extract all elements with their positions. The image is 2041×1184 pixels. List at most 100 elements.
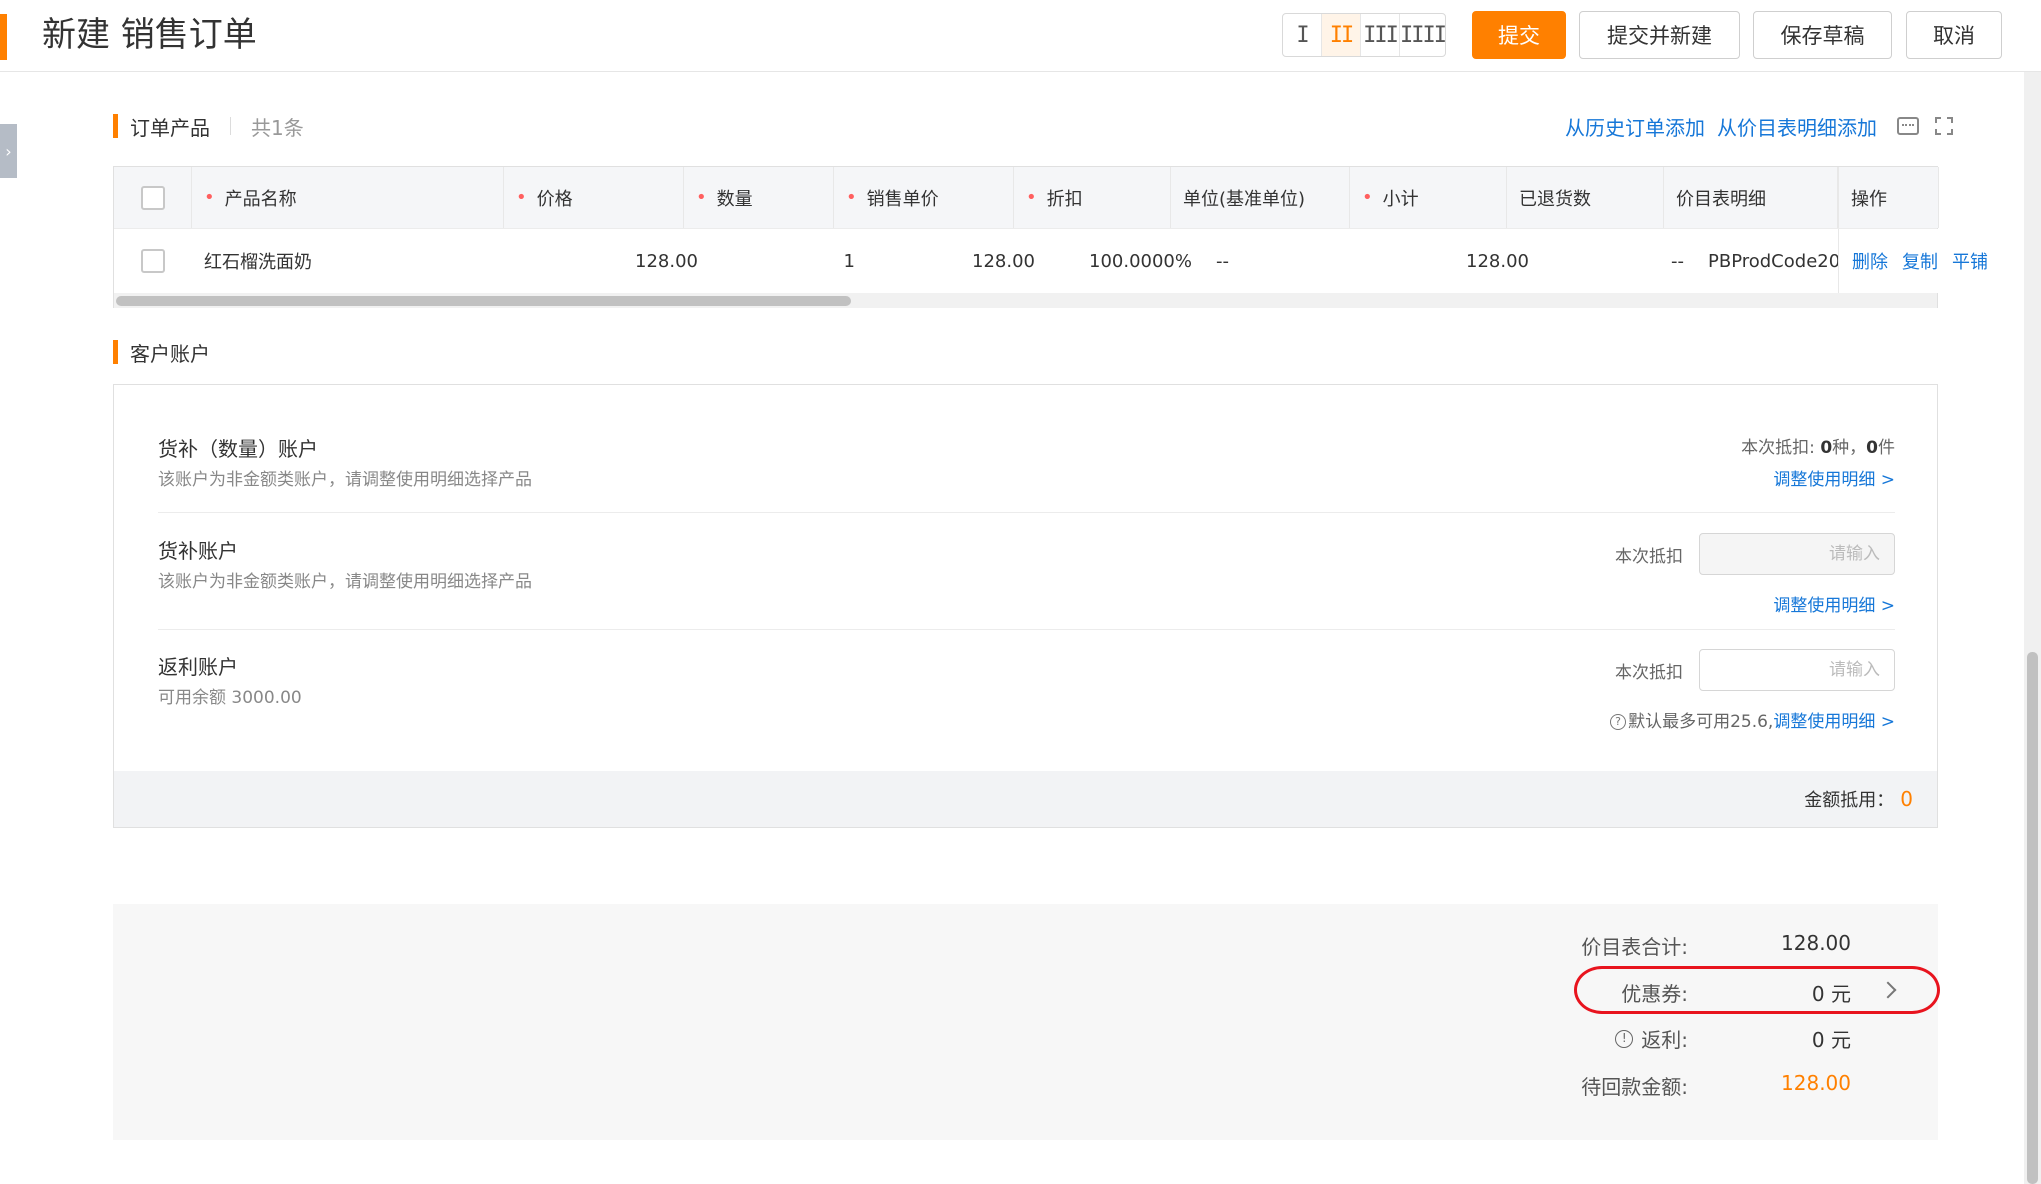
account-balance: 可用余额 3000.00: [158, 688, 302, 708]
deduct-input-disabled: [1699, 533, 1895, 575]
copy-row-link[interactable]: 复制: [1902, 248, 1938, 274]
table-scrollbar-thumb[interactable]: [116, 296, 851, 306]
divider: [158, 629, 1895, 630]
products-table-header: • 产品名称 • 价格 • 数量 • 销售单价 • 折扣 单位(基准单位) • 小计 已退货…: [114, 167, 1939, 229]
column-header-quantity[interactable]: • 数量: [684, 167, 834, 228]
column-layout-switch: I II III IIII: [1282, 13, 1447, 57]
rebate-deduct-input[interactable]: [1699, 649, 1895, 691]
summary-amount-due: 待回款金额: 128.00: [113, 1071, 1938, 1101]
accounts-section-title: 客户账户: [130, 341, 210, 366]
keyboard-icon[interactable]: [1897, 117, 1919, 135]
amount-deduct-value: 0: [1900, 787, 1913, 811]
column-header-unit-price[interactable]: • 销售单价: [834, 167, 1014, 228]
cancel-button[interactable]: 取消: [1906, 11, 2002, 59]
save-draft-button[interactable]: 保存草稿: [1753, 11, 1892, 59]
layout-2-col-button[interactable]: II: [1322, 14, 1361, 56]
account-name: 货补账户: [158, 539, 238, 563]
sidebar-expand-toggle[interactable]: ›: [0, 124, 17, 178]
products-count: 共1条: [251, 115, 304, 140]
summary-pricebook-total: 价目表合计: 128.00: [113, 931, 1938, 961]
adjust-usage-link[interactable]: 调整使用明细 >: [1773, 712, 1895, 732]
row-checkbox[interactable]: [141, 249, 165, 273]
rebate-label: ! 返利:: [1615, 1024, 1688, 1053]
table-row: 红石榴洗面奶 128.00 1 128.00 100.0000% -- 128.…: [114, 229, 1988, 293]
column-header-discount[interactable]: • 折扣: [1014, 167, 1171, 228]
section-divider: [230, 117, 231, 135]
summary-rebate: ! 返利: 0 元: [113, 1024, 1938, 1054]
rebate-value: 0 元: [1811, 1028, 1851, 1052]
info-icon[interactable]: !: [1615, 1029, 1634, 1048]
products-table: • 产品名称 • 价格 • 数量 • 销售单价 • 折扣 单位(基准单位) • 小计 已退货…: [113, 166, 1988, 308]
products-section-header: 订单产品 共1条: [113, 112, 304, 140]
add-from-history-link[interactable]: 从历史订单添加: [1565, 112, 1705, 141]
page-scrollbar-thumb[interactable]: [2027, 652, 2038, 1184]
section-accent-bar: [113, 114, 118, 138]
order-summary: 价目表合计: 128.00 优惠券: 0 元 ! 返利: 0 元 待回款金额: 1…: [113, 904, 1938, 1140]
table-horizontal-scrollbar[interactable]: [114, 293, 1937, 308]
column-header-product-name[interactable]: • 产品名称: [192, 167, 504, 228]
column-header-price[interactable]: • 价格: [504, 167, 684, 228]
tile-row-link[interactable]: 平铺: [1952, 248, 1988, 274]
column-header-subtotal[interactable]: • 小计: [1350, 167, 1507, 228]
account-item-quantity-subsidy: 货补（数量）账户 该账户为非金额类账户，请调整使用明细选择产品 本次抵扣: 0种…: [158, 433, 1895, 493]
row-select-cell: [114, 229, 192, 293]
header-accent-bar: [0, 14, 7, 60]
cell-price[interactable]: 128.00: [504, 229, 710, 293]
account-name: 返利账户: [158, 655, 238, 679]
submit-and-new-button[interactable]: 提交并新建: [1579, 11, 1740, 59]
header-bar: 新建 销售订单 I II III IIII 提交 提交并新建 保存草稿 取消: [0, 0, 2041, 72]
coupon-highlight-annotation: [1574, 966, 1940, 1014]
customer-accounts-card: 货补（数量）账户 该账户为非金额类账户，请调整使用明细选择产品 本次抵扣: 0种…: [113, 384, 1938, 828]
deduct-summary: 本次抵扣: 0种，0件: [1741, 438, 1895, 458]
cell-pricebook[interactable]: PBProdCode20221: [1696, 229, 1838, 293]
section-accent-bar: [113, 340, 118, 364]
cell-product-name[interactable]: 红石榴洗面奶: [192, 229, 504, 293]
column-header-unit[interactable]: 单位(基准单位): [1171, 167, 1350, 228]
deduct-label: 本次抵扣: [1615, 546, 1683, 567]
column-header-actions: 操作: [1838, 167, 1939, 228]
product-add-links: 从历史订单添加 从价目表明细添加: [1553, 112, 1953, 140]
adjust-usage-link[interactable]: 调整使用明细 >: [1773, 591, 1895, 616]
column-header-pricebook[interactable]: 价目表明细: [1664, 167, 1838, 228]
layout-4-col-button[interactable]: IIII: [1400, 14, 1447, 56]
pricebook-total-label: 价目表合计:: [1581, 935, 1688, 959]
page: 新建 销售订单 I II III IIII 提交 提交并新建 保存草稿 取消 ›…: [0, 0, 2041, 1184]
cell-returned: --: [1671, 250, 1684, 272]
account-name: 货补（数量）账户: [158, 437, 318, 461]
products-section-title: 订单产品: [130, 115, 210, 140]
cell-unit-price[interactable]: 128.00: [867, 229, 1047, 293]
cell-actions: 删除 复制 平铺: [1838, 229, 1988, 293]
cell-quantity[interactable]: 1: [710, 229, 867, 293]
layout-1-col-button[interactable]: I: [1283, 14, 1322, 56]
divider: [158, 512, 1895, 513]
deduct-field-group: 本次抵扣: [1615, 533, 1895, 575]
cell-discount[interactable]: 100.0000%: [1047, 229, 1204, 293]
amount-deduct-footer: 金额抵用： 0: [114, 771, 1937, 827]
amount-due-value: 128.00: [1781, 1071, 1851, 1095]
account-item-subsidy: 货补账户 该账户为非金额类账户，请调整使用明细选择产品 本次抵扣 调整使用明细 …: [158, 533, 1895, 616]
cell-unit[interactable]: --: [1204, 229, 1354, 293]
account-desc: 该账户为非金额类账户，请调整使用明细选择产品: [158, 572, 532, 592]
deduct-field-group: 本次抵扣: [1615, 649, 1895, 691]
accounts-section-header: 客户账户: [113, 338, 210, 366]
page-title: 新建 销售订单: [42, 15, 257, 55]
select-all-checkbox[interactable]: [140, 185, 165, 210]
cell-subtotal[interactable]: 128.00: [1354, 229, 1541, 293]
adjust-usage-link[interactable]: 调整使用明细 >: [1773, 465, 1895, 490]
layout-3-col-button[interactable]: III: [1361, 14, 1400, 56]
pricebook-total-value: 128.00: [1781, 931, 1851, 955]
question-icon[interactable]: ?: [1610, 714, 1627, 730]
delete-row-link[interactable]: 删除: [1852, 248, 1888, 274]
amount-due-label: 待回款金额:: [1581, 1075, 1688, 1099]
add-from-pricebook-link[interactable]: 从价目表明细添加: [1717, 112, 1877, 141]
page-scrollbar[interactable]: [2024, 72, 2041, 1184]
submit-button[interactable]: 提交: [1472, 11, 1566, 59]
account-item-rebate: 返利账户 可用余额 3000.00 本次抵扣 ?默认最多可用25.6,调整使用明…: [158, 649, 1895, 732]
chevron-right-icon: ›: [5, 141, 12, 161]
account-desc: 该账户为非金额类账户，请调整使用明细选择产品: [158, 470, 532, 490]
select-all-cell: [114, 167, 192, 228]
fullscreen-icon[interactable]: [1935, 117, 1953, 135]
column-header-returned[interactable]: 已退货数: [1507, 167, 1664, 228]
amount-deduct-label: 金额抵用：: [1804, 790, 1895, 811]
deduct-label: 本次抵扣: [1615, 662, 1683, 683]
